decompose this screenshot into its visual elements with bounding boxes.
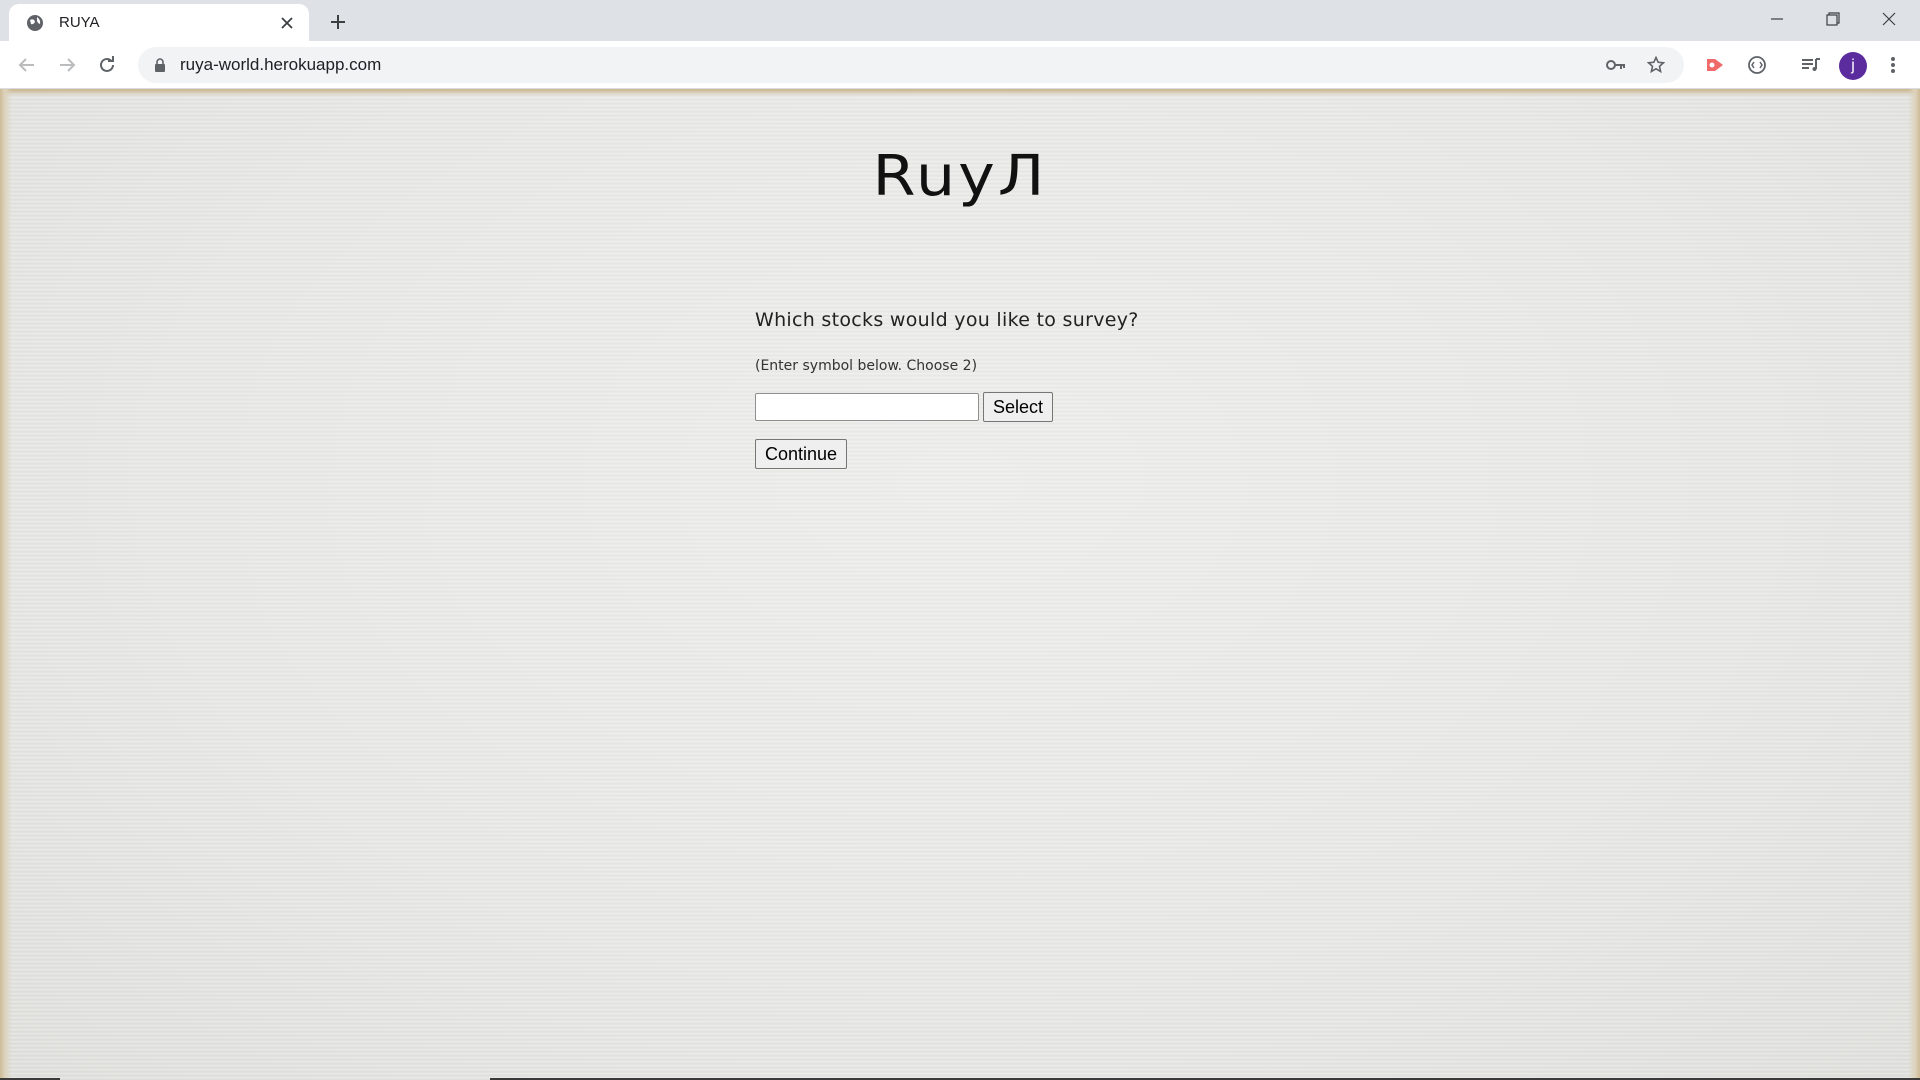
close-window-button[interactable] — [1861, 0, 1917, 38]
survey-hint: (Enter symbol below. Choose 2) — [755, 358, 978, 374]
stock-survey-form: Which stocks would you like to survey? (… — [755, 309, 1255, 469]
media-button[interactable] — [1795, 49, 1827, 81]
paper-edge-top — [0, 89, 1920, 96]
bookmark-star-icon[interactable] — [1646, 55, 1666, 75]
globe-icon — [25, 13, 45, 33]
minimize-button[interactable] — [1749, 0, 1805, 38]
tab-title: RUYA — [59, 14, 100, 31]
restore-button[interactable] — [1805, 0, 1861, 38]
back-button[interactable] — [11, 49, 43, 81]
symbol-entry-row: Select — [755, 392, 1255, 422]
restore-icon — [1826, 12, 1840, 26]
paper-edge-left — [0, 89, 12, 1080]
menu-button[interactable] — [1877, 49, 1909, 81]
kebab-menu-icon — [1891, 57, 1895, 73]
address-bar[interactable]: ruya-world.herokuapp.com — [138, 47, 1684, 83]
browser-tab[interactable]: RUYA — [9, 4, 309, 41]
reload-icon — [100, 56, 114, 72]
continue-row: Continue — [755, 439, 1255, 469]
profile-avatar[interactable]: j — [1839, 52, 1867, 80]
extension-button[interactable] — [1699, 49, 1731, 81]
symbol-input[interactable] — [755, 393, 979, 421]
close-icon — [1882, 12, 1896, 26]
media-queue-icon — [1802, 58, 1820, 71]
plus-icon — [331, 15, 345, 29]
url-text[interactable]: ruya-world.herokuapp.com — [180, 55, 381, 75]
continue-button[interactable]: Continue — [755, 439, 848, 469]
cast-extension-icon — [1707, 59, 1723, 71]
page-content: RuyЛ Which stocks would you like to surv… — [0, 89, 1920, 1080]
select-button[interactable]: Select — [983, 392, 1054, 422]
close-tab-icon[interactable] — [277, 13, 297, 33]
back-arrow-icon — [18, 58, 34, 72]
code-extension-icon — [1748, 56, 1766, 74]
new-tab-button[interactable] — [324, 8, 352, 36]
survey-question: Which stocks would you like to survey? — [755, 309, 1139, 331]
extension-button-2[interactable] — [1741, 49, 1773, 81]
forward-button[interactable] — [51, 49, 83, 81]
tab-strip: RUYA — [0, 0, 1920, 41]
browser-toolbar: ruya-world.herokuapp.com — [0, 41, 1920, 89]
lock-icon[interactable] — [152, 57, 168, 73]
key-icon[interactable] — [1606, 55, 1626, 75]
minimize-icon — [1771, 18, 1783, 20]
paper-edge-right — [1908, 89, 1920, 1080]
site-logo: RuyЛ — [872, 142, 1048, 209]
reload-button[interactable] — [91, 49, 123, 81]
forward-arrow-icon — [60, 58, 76, 72]
